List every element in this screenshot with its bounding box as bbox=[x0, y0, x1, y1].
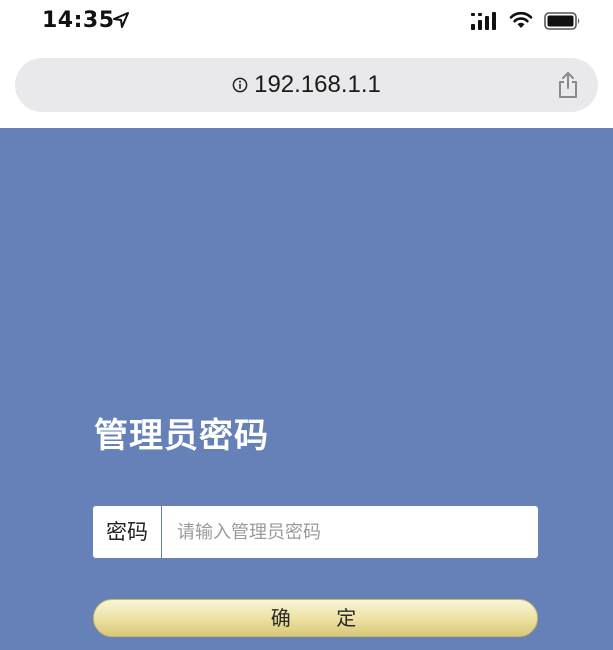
battery-icon bbox=[544, 12, 580, 30]
confirm-button[interactable]: 确 定 bbox=[93, 599, 538, 637]
address-bar[interactable]: 192.168.1.1 bbox=[15, 58, 598, 112]
status-bar: 14:35 bbox=[0, 0, 613, 44]
status-time: 14:35 bbox=[42, 8, 115, 33]
wifi-icon bbox=[509, 11, 533, 28]
address-center: 192.168.1.1 bbox=[15, 58, 598, 112]
router-login-page: 管理员密码 密码 确 定 bbox=[0, 128, 613, 650]
browser-chrome: 192.168.1.1 bbox=[0, 44, 613, 128]
cellular-signal-icon bbox=[471, 12, 496, 30]
confirm-button-label: 确 定 bbox=[270, 606, 361, 630]
info-circle-icon[interactable] bbox=[232, 77, 248, 93]
share-icon[interactable] bbox=[556, 71, 580, 99]
password-field-group: 密码 bbox=[93, 506, 538, 558]
location-arrow-icon bbox=[113, 12, 129, 28]
url-text[interactable]: 192.168.1.1 bbox=[254, 71, 381, 99]
password-label: 密码 bbox=[93, 506, 161, 558]
page-title: 管理员密码 bbox=[94, 416, 269, 456]
password-input[interactable] bbox=[163, 506, 533, 558]
password-divider bbox=[161, 506, 162, 558]
